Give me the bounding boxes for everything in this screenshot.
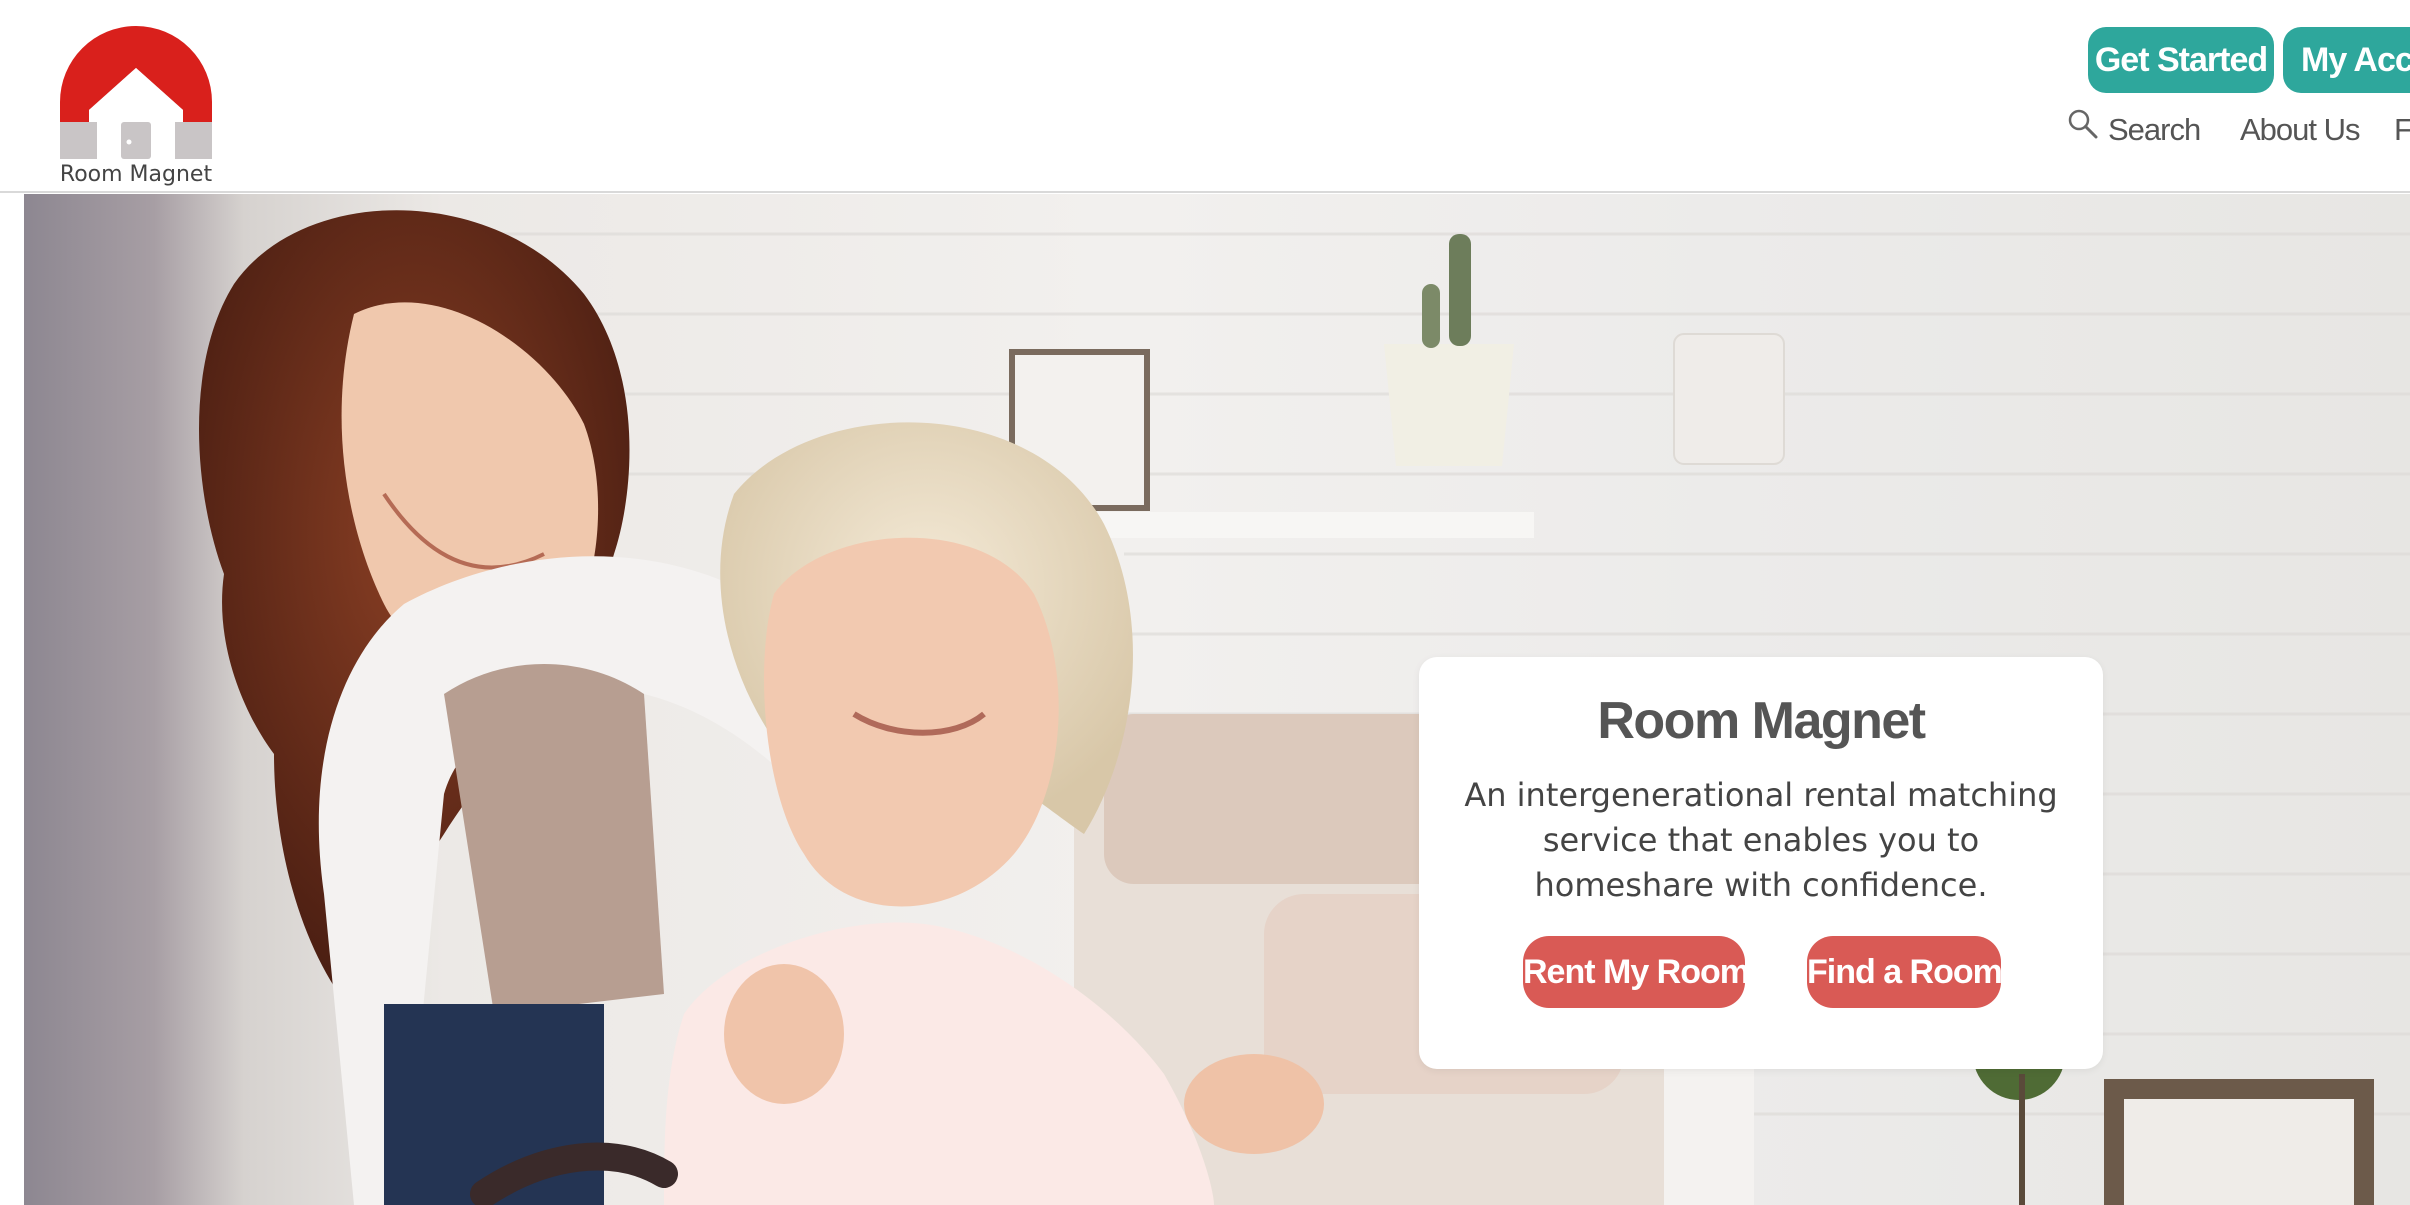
nav-about-us[interactable]: About Us [2240, 108, 2361, 152]
logo[interactable]: Room Magnet [55, 24, 217, 192]
hero-title: Room Magnet [1597, 692, 1926, 750]
my-account-button[interactable]: My Account [2283, 27, 2410, 93]
page: Room Magnet Get Started My Account Searc… [0, 0, 2410, 1205]
intro-card: Room Magnet An intergenerational rental … [1419, 657, 2103, 1069]
logo-text: Room Magnet [59, 162, 213, 187]
site-header: Room Magnet Get Started My Account Searc… [0, 0, 2410, 193]
find-a-room-button[interactable]: Find a Room [1807, 936, 2003, 1008]
nav-faq[interactable]: FAQ [2394, 108, 2410, 152]
rent-my-room-button[interactable]: Rent My Room [1523, 936, 1750, 1008]
search-icon [2066, 107, 2100, 153]
nav-search-label: Search [2108, 112, 2201, 147]
get-started-button[interactable]: Get Started [2088, 27, 2274, 93]
house-roof-icon [60, 26, 212, 159]
hero-description: An intergenerational rental matching ser… [1464, 776, 2058, 904]
nav-search[interactable]: Search [2066, 107, 2201, 153]
hero-banner: Room Magnet An intergenerational rental … [24, 194, 2410, 1205]
